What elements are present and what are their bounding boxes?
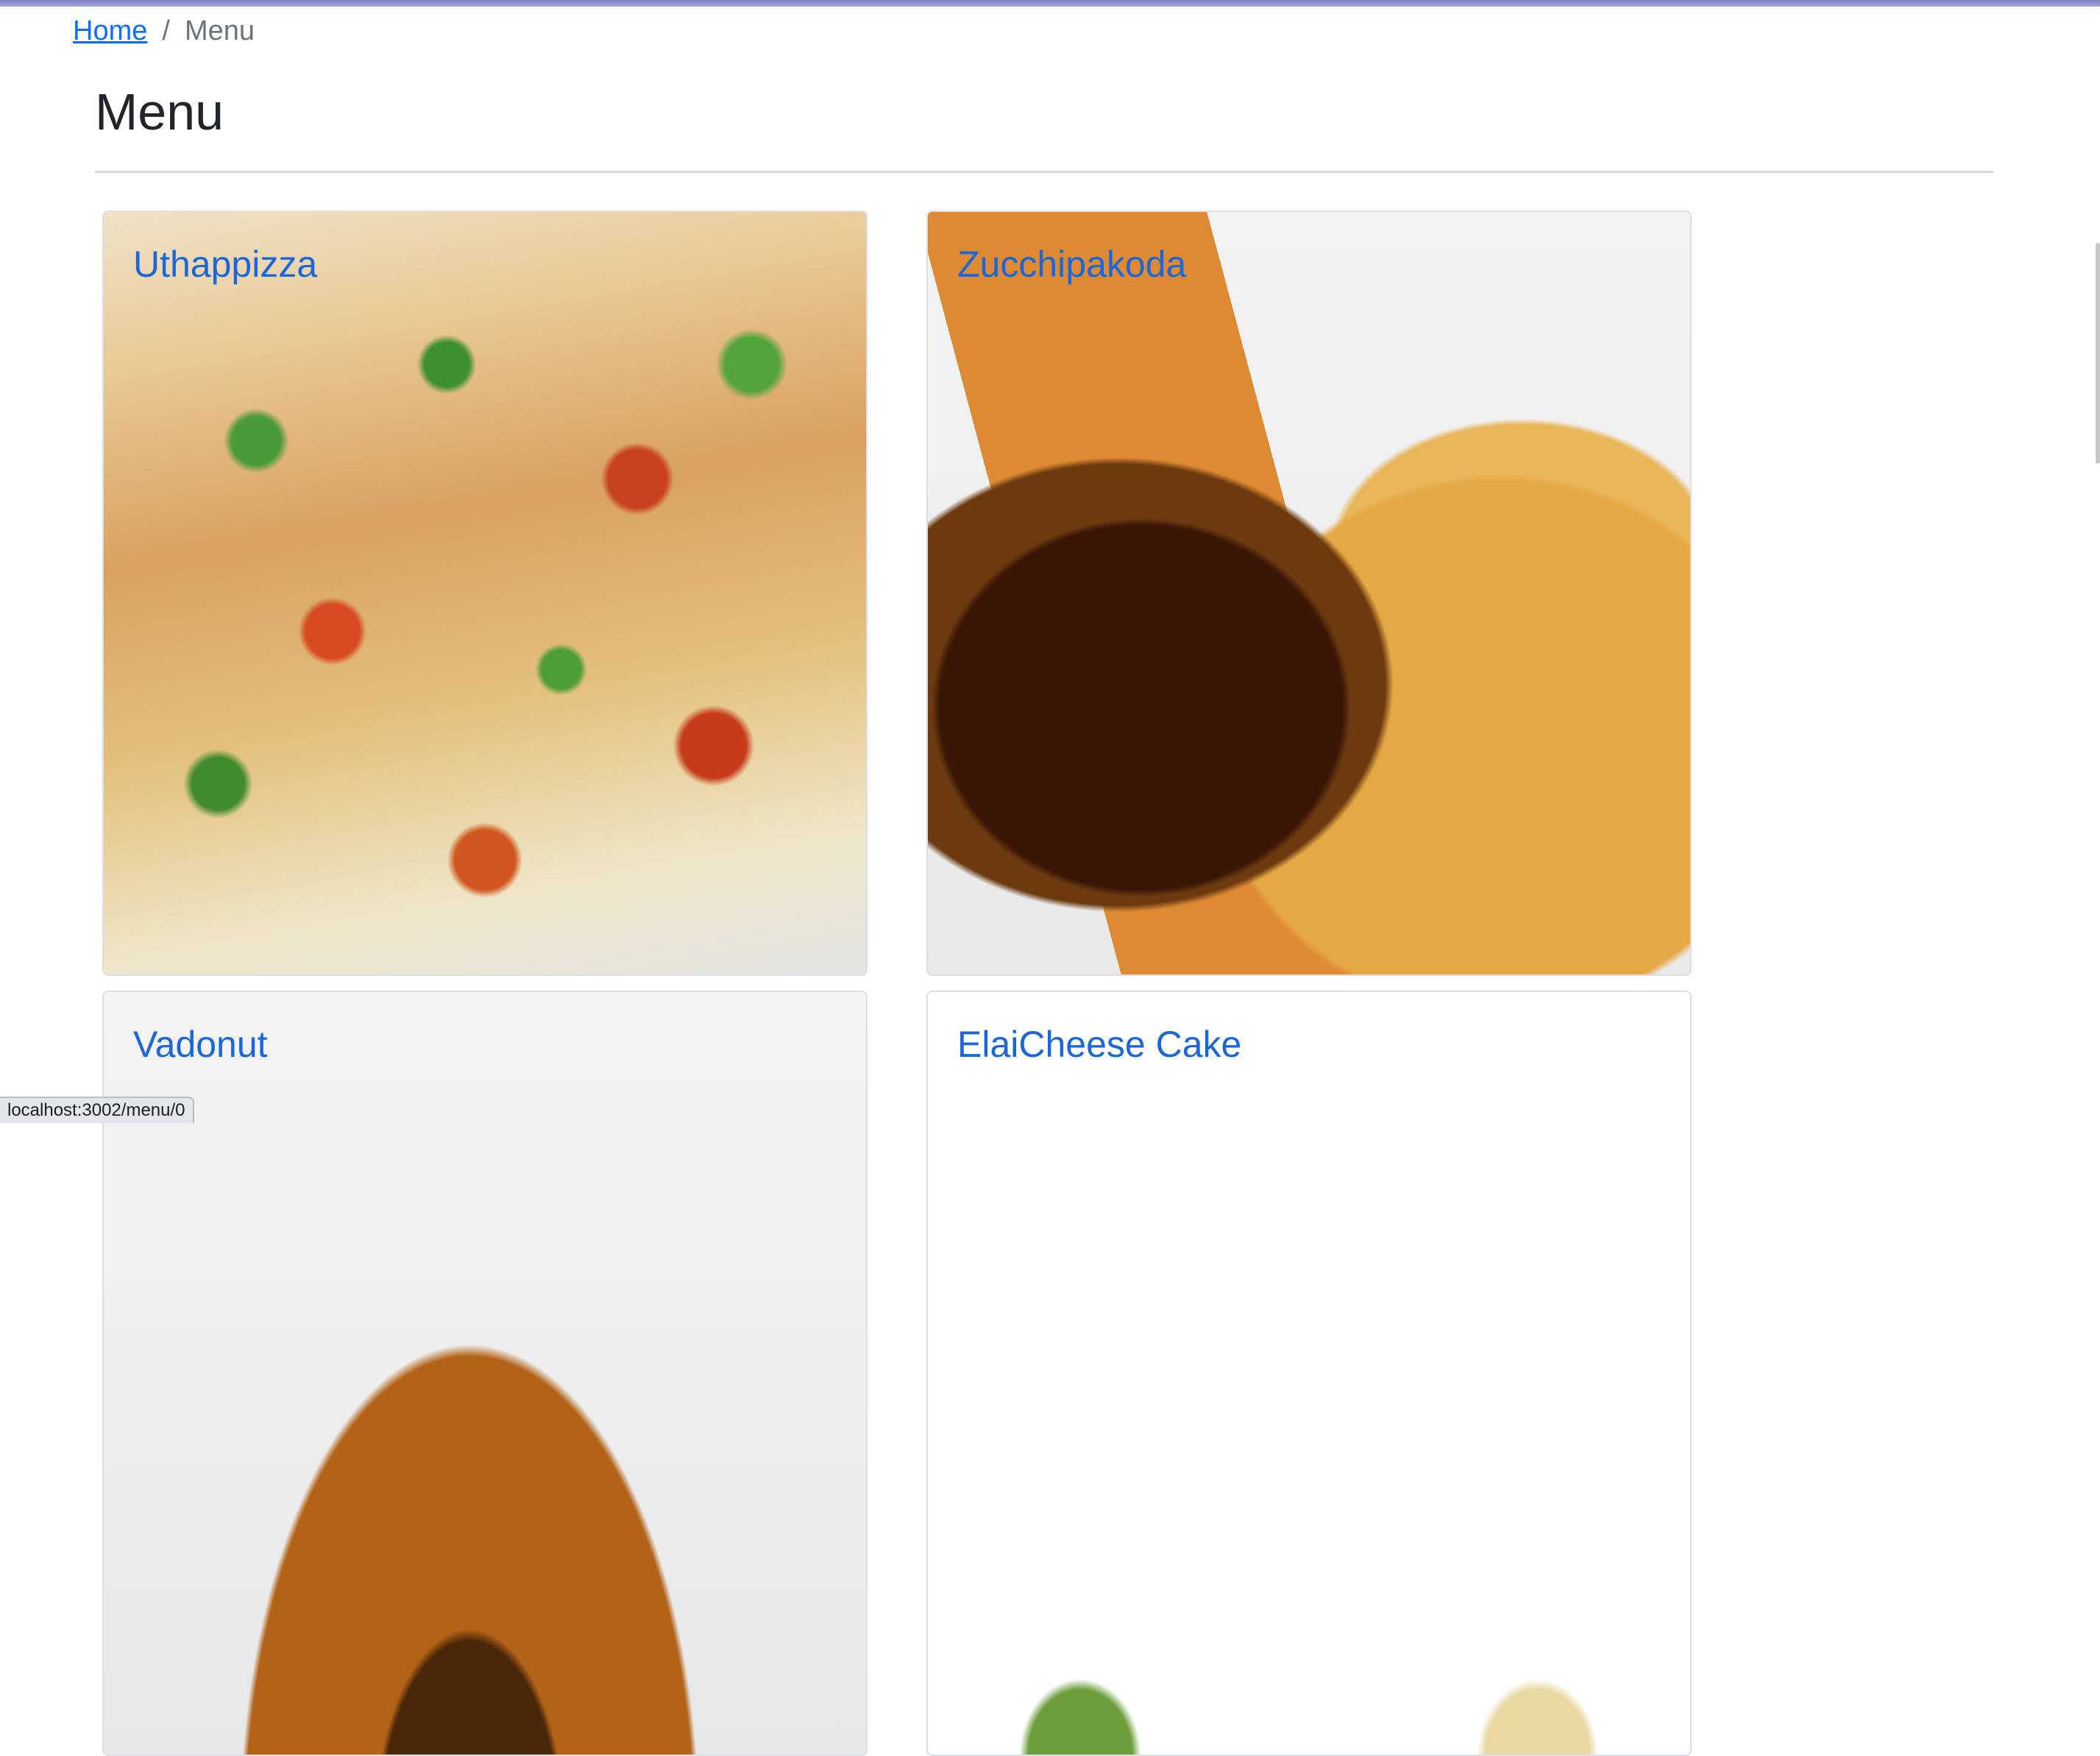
breadcrumb-current: Menu xyxy=(184,15,255,46)
browser-top-strip xyxy=(0,0,2100,7)
menu-card-zucchipakoda[interactable]: Zucchipakoda xyxy=(926,210,1692,976)
menu-card-elaicheese-cake[interactable]: ElaiCheese Cake xyxy=(926,991,1692,1756)
vadonut-image xyxy=(104,992,866,1755)
breadcrumb-home-link[interactable]: Home xyxy=(73,15,147,47)
scrollbar-thumb[interactable] xyxy=(2096,243,2100,464)
zucchipakoda-image xyxy=(928,212,1690,974)
menu-card-title[interactable]: Uthappizza xyxy=(133,243,317,286)
page-title: Menu xyxy=(95,83,224,141)
elaicheese-cake-image xyxy=(928,992,1690,1755)
uthappizza-image xyxy=(104,212,866,974)
breadcrumb-separator: / xyxy=(162,15,170,46)
title-divider xyxy=(95,171,1993,173)
link-status-bar: localhost:3002/menu/0 xyxy=(0,1097,194,1123)
menu-card-vadonut[interactable]: Vadonut xyxy=(102,991,868,1756)
breadcrumb: Home / Menu xyxy=(73,10,255,52)
menu-card-title[interactable]: ElaiCheese Cake xyxy=(957,1023,1241,1066)
menu-card-title[interactable]: Vadonut xyxy=(133,1023,268,1066)
menu-card-uthappizza[interactable]: Uthappizza xyxy=(102,210,868,976)
menu-card-title[interactable]: Zucchipakoda xyxy=(957,243,1186,286)
